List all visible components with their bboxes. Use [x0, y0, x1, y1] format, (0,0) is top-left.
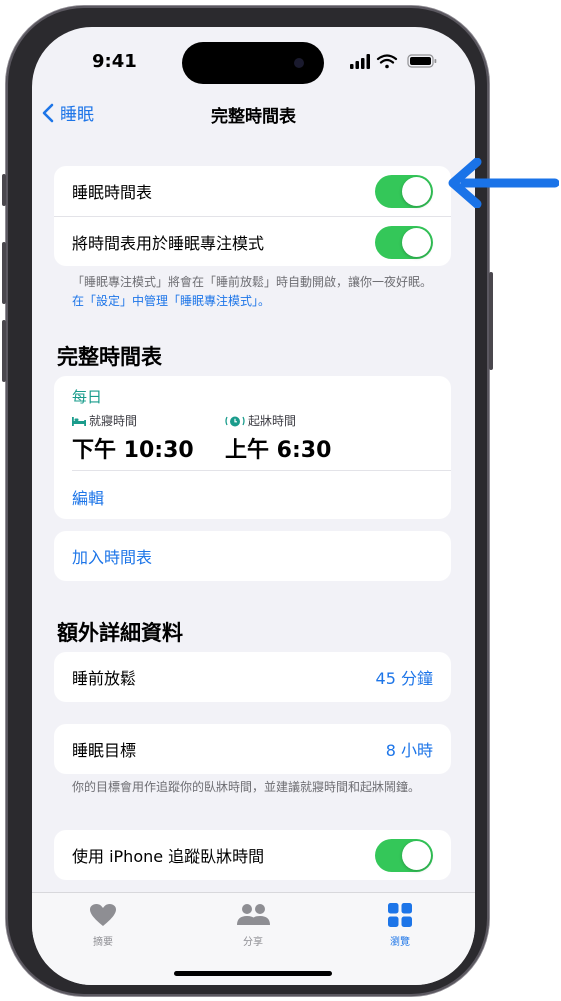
wind-down-row[interactable]: 睡前放鬆 45 分鐘	[54, 652, 451, 702]
edit-schedule-button[interactable]: 編輯	[72, 485, 104, 509]
track-time-in-bed-toggle[interactable]	[375, 839, 433, 872]
screen: 9:41 睡眠 完整時間表 睡眠時間表 將時間表用於睡眠專注模式 「睡眠專注模式…	[32, 27, 475, 985]
sleep-schedule-toggle[interactable]	[375, 175, 433, 208]
power-button	[489, 272, 493, 370]
track-time-in-bed-label: 使用 iPhone 追蹤臥牀時間	[72, 847, 265, 866]
home-indicator[interactable]	[174, 971, 332, 976]
sleep-goal-label: 睡眠目標	[72, 741, 137, 760]
use-for-focus-row: 將時間表用於睡眠專注模式	[54, 216, 451, 266]
sleep-schedule-settings-group: 睡眠時間表 將時間表用於睡眠專注模式	[54, 166, 451, 266]
manage-focus-link[interactable]: 在「設定」中管理「睡眠專注模式」。	[72, 294, 270, 308]
dynamic-island	[182, 42, 324, 84]
heart-icon	[90, 904, 116, 926]
schedule-card: 每日 就寢時間 下午 10:30 起牀時間 上午 6:30 編輯	[54, 376, 451, 519]
additional-details-heading: 額外詳細資料	[57, 621, 183, 645]
volume-up-button	[2, 242, 6, 304]
sleep-goal-footnote: 你的目標會用作追蹤你的臥牀時間，並建議就寢時間和起牀鬧鐘。	[72, 780, 421, 794]
callout-arrow-icon	[448, 158, 559, 208]
phone-frame: 9:41 睡眠 完整時間表 睡眠時間表 將時間表用於睡眠專注模式 「睡眠專注模式…	[2, 6, 493, 996]
wifi-icon	[376, 54, 398, 69]
bedtime-caption: 就寢時間	[72, 412, 137, 429]
sleep-goal-group: 睡眠目標 8 小時	[54, 724, 451, 774]
wind-down-value: 45 分鐘	[375, 669, 433, 688]
people-icon	[237, 904, 270, 925]
cellular-signal-icon	[350, 54, 370, 69]
volume-down-button	[2, 320, 6, 382]
sleep-focus-footnote: 「睡眠專注模式」將會在「睡前放鬆」時自動開啟，讓你一夜好眠。 在「設定」中管理「…	[72, 273, 442, 311]
tab-sharing[interactable]: 分享	[213, 903, 293, 948]
bed-icon	[72, 416, 86, 426]
sleep-schedule-row: 睡眠時間表	[54, 166, 451, 216]
tab-browse[interactable]: 瀏覽	[360, 903, 440, 948]
tab-summary[interactable]: 摘要	[63, 903, 143, 948]
wind-down-label: 睡前放鬆	[72, 669, 137, 688]
schedule-repeat-label: 每日	[72, 388, 103, 406]
schedule-divider	[72, 470, 451, 471]
full-schedule-heading: 完整時間表	[57, 345, 162, 369]
bedtime-value: 下午 10:30	[72, 438, 194, 463]
sleep-schedule-label: 睡眠時間表	[72, 183, 153, 202]
alarm-clock-icon	[225, 416, 245, 426]
use-for-focus-toggle[interactable]	[375, 226, 433, 259]
use-for-focus-label: 將時間表用於睡眠專注模式	[72, 233, 265, 253]
sleep-goal-value: 8 小時	[385, 741, 433, 760]
status-icons	[350, 53, 440, 69]
grid-icon	[388, 903, 412, 927]
wake-value: 上午 6:30	[225, 438, 332, 463]
add-schedule-group: 加入時間表	[54, 531, 451, 581]
page-title: 完整時間表	[211, 107, 296, 127]
wind-down-group: 睡前放鬆 45 分鐘	[54, 652, 451, 702]
status-time: 9:41	[92, 51, 137, 72]
add-schedule-button[interactable]: 加入時間表	[54, 531, 451, 581]
battery-icon	[407, 54, 437, 68]
sleep-goal-row[interactable]: 睡眠目標 8 小時	[54, 724, 451, 774]
track-time-in-bed-group: 使用 iPhone 追蹤臥牀時間	[54, 830, 451, 880]
action-button	[2, 174, 6, 206]
footnote-text: 「睡眠專注模式」將會在「睡前放鬆」時自動開啟，讓你一夜好眠。	[72, 275, 433, 289]
wake-caption: 起牀時間	[225, 412, 296, 429]
track-time-in-bed-row: 使用 iPhone 追蹤臥牀時間	[54, 830, 451, 880]
